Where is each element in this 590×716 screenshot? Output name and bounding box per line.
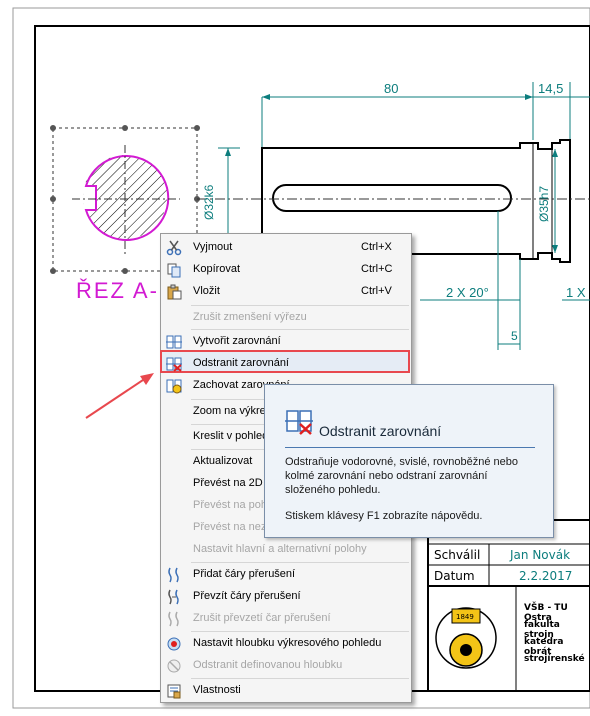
- title-block-label-approved: Schválil: [434, 548, 481, 562]
- menu-item-set-depth[interactable]: Nastavit hloubku výkresového pohledu: [161, 633, 411, 655]
- dim-14-5: 14,5: [538, 81, 563, 96]
- align-remove-icon: [166, 357, 182, 372]
- align-keep-icon: [166, 379, 182, 394]
- dim-80: 80: [384, 81, 398, 96]
- menu-separator: [191, 562, 409, 563]
- menu-item-remove-alignment[interactable]: Odstranit zarovnání: [161, 353, 411, 375]
- menu-item-create-alignment[interactable]: Vytvořit zarovnání: [161, 331, 411, 353]
- menu-label: Aktualizovat: [193, 455, 253, 467]
- menu-item-set-positions[interactable]: Nastavit hlavní a alternativní polohy: [161, 539, 411, 561]
- menu-item-cut[interactable]: Vyjmout Ctrl+X: [161, 237, 411, 259]
- menu-label: Odstranit zarovnání: [193, 357, 289, 369]
- paste-icon: [167, 284, 182, 300]
- dim-d32k6: Ø32k6: [202, 184, 216, 220]
- menu-item-add-break-lines[interactable]: Přidat čáry přerušení: [161, 564, 411, 586]
- break-add-icon: [168, 567, 179, 583]
- tooltip-divider: [285, 447, 535, 448]
- menu-item-cancel-zoom[interactable]: Zrušit zmenšení výřezu: [161, 307, 411, 329]
- break-take-icon: [168, 589, 179, 605]
- dim-1x: 1 X: [566, 285, 586, 300]
- dim-chamfer: 2 X 20°: [446, 285, 489, 300]
- menu-label: Nastavit hloubku výkresového pohledu: [193, 637, 382, 649]
- menu-item-remove-depth[interactable]: Odstranit definovanou hloubku: [161, 655, 411, 677]
- properties-icon: [167, 684, 181, 699]
- menu-separator: [191, 305, 409, 306]
- section-label: ŘEZ A-: [76, 278, 159, 303]
- menu-item-cancel-break-lines[interactable]: Zrušit převzetí čar přerušení: [161, 608, 411, 630]
- menu-label: Odstranit definovanou hloubku: [193, 659, 343, 671]
- menu-label: Převést na 2D: [193, 477, 263, 489]
- menu-shortcut: Ctrl+C: [361, 263, 393, 275]
- menu-label: Převést na nez: [193, 521, 267, 533]
- menu-item-take-break-lines[interactable]: Převzít čáry přerušení: [161, 586, 411, 608]
- align-remove-icon: [285, 410, 313, 435]
- menu-label: Vlastnosti: [193, 684, 241, 696]
- institution-line-4: strojírenské: [524, 654, 585, 664]
- break-cancel-icon: [168, 611, 179, 627]
- menu-label: Zrušit převzetí čar přerušení: [193, 612, 331, 624]
- menu-label: Přidat čáry přerušení: [193, 568, 296, 580]
- menu-shortcut: Ctrl+X: [361, 241, 392, 253]
- menu-label: Kreslit v pohled: [193, 430, 269, 442]
- depth-set-icon: [167, 637, 181, 651]
- logo-year: 1849: [456, 613, 474, 621]
- menu-label: Nastavit hlavní a alternativní polohy: [193, 543, 367, 555]
- title-block-value-approved: Jan Novák: [510, 548, 571, 562]
- menu-item-copy[interactable]: Kopírovat Ctrl+C: [161, 259, 411, 281]
- menu-separator: [191, 678, 409, 679]
- menu-separator: [191, 329, 409, 330]
- menu-label: Zoom na výkre: [193, 405, 266, 417]
- title-block-value-date: 2.2.2017: [519, 569, 573, 583]
- menu-item-properties[interactable]: Vlastnosti: [161, 680, 411, 702]
- menu-item-paste[interactable]: Vložit Ctrl+V: [161, 281, 411, 303]
- depth-remove-icon: [167, 659, 181, 673]
- align-create-icon: [166, 335, 182, 349]
- tooltip-description: Odstraňuje vodorovné, svislé, rovnoběžné…: [285, 456, 518, 496]
- dim-d35h7: Ø35h7: [537, 186, 551, 222]
- title-block-label-date: Datum: [434, 569, 475, 583]
- menu-label: Kopírovat: [193, 263, 241, 275]
- menu-label: Převést na poh: [193, 499, 267, 511]
- dim-5: 5: [511, 329, 518, 343]
- tooltip: Odstranit zarovnání Odstraňuje vodorovné…: [264, 384, 554, 538]
- menu-label: Vytvořit zarovnání: [193, 335, 281, 347]
- menu-label: Zrušit zmenšení výřezu: [193, 311, 307, 323]
- tooltip-title: Odstranit zarovnání: [319, 423, 442, 439]
- menu-label: Vyjmout: [193, 241, 233, 253]
- menu-label: Vložit: [193, 285, 220, 297]
- menu-label: Převzít čáry přerušení: [193, 590, 301, 602]
- menu-shortcut: Ctrl+V: [361, 285, 392, 297]
- tooltip-help: Stiskem klávesy F1 zobrazíte nápovědu.: [285, 510, 483, 522]
- scissors-icon: [166, 240, 182, 256]
- menu-separator: [191, 631, 409, 632]
- copy-icon: [167, 263, 181, 278]
